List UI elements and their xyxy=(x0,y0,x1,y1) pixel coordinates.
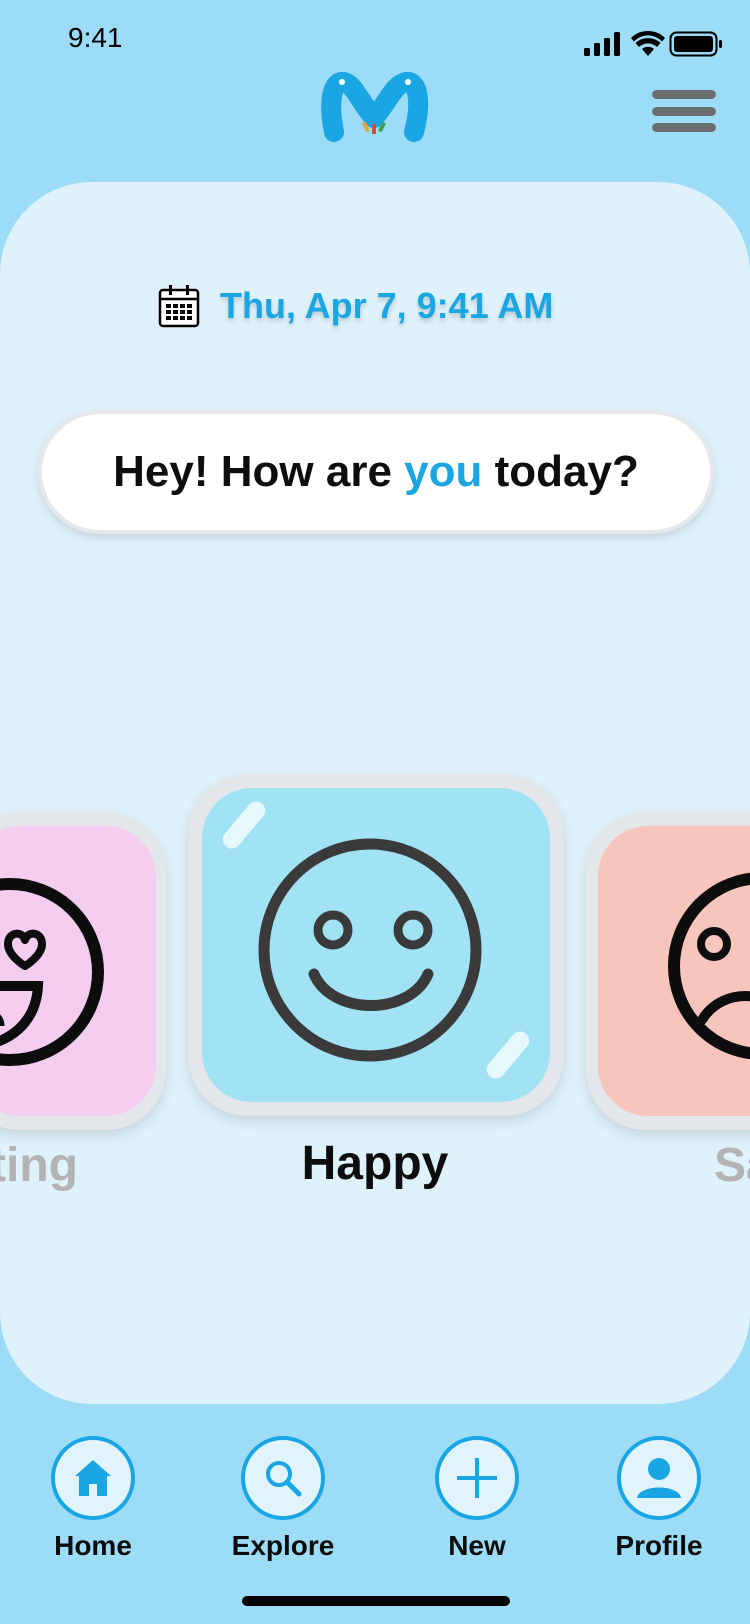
main-card: Thu, Apr 7, 9:41 AM Hey! How are you tod… xyxy=(0,182,750,1404)
tab-new-circle xyxy=(435,1436,519,1520)
mood-tile-right xyxy=(598,826,750,1116)
menu-line xyxy=(652,106,716,116)
tab-profile-circle xyxy=(617,1436,701,1520)
mood-label-happy: Happy xyxy=(301,1137,449,1190)
home-indicator[interactable] xyxy=(242,1596,510,1606)
tab-profile[interactable]: Profile xyxy=(594,1436,724,1566)
wifi-icon xyxy=(631,30,665,56)
glare-top xyxy=(222,801,266,849)
mood-card-right[interactable] xyxy=(586,812,750,1130)
mood-tile-left xyxy=(0,826,156,1116)
hamburger-menu-icon[interactable] xyxy=(652,90,716,132)
user-icon xyxy=(637,1458,681,1498)
tab-home-circle xyxy=(51,1436,135,1520)
calendar-icon xyxy=(158,285,200,328)
status-bar: 9:41 xyxy=(0,0,750,80)
tab-explore-label: Explore xyxy=(231,1530,335,1561)
battery-icon xyxy=(669,31,722,57)
date-text: Thu, Apr 7, 9:41 AM xyxy=(220,285,554,326)
plus-icon xyxy=(457,1458,497,1498)
mood-label-right: Sa xyxy=(714,1139,750,1192)
mood-card-left[interactable] xyxy=(0,812,166,1130)
glare-bottom xyxy=(486,1031,530,1079)
greeting-bubble: Hey! How are you today? xyxy=(38,410,714,534)
tab-profile-label: Profile xyxy=(615,1530,703,1561)
tab-explore[interactable]: Explore xyxy=(218,1436,348,1566)
tab-home[interactable]: Home xyxy=(28,1436,158,1566)
sad-face-icon xyxy=(668,872,750,1060)
heart-eyes-face-icon xyxy=(0,878,104,1066)
search-icon xyxy=(266,1461,302,1497)
menu-line xyxy=(652,90,716,99)
greeting-after: today? xyxy=(482,447,639,496)
home-icon xyxy=(75,1460,111,1496)
mood-card-happy[interactable] xyxy=(188,774,564,1116)
smiley-face-icon xyxy=(258,838,482,1062)
date-row: Thu, Apr 7, 9:41 AM xyxy=(158,282,553,330)
tab-home-label: Home xyxy=(54,1530,132,1561)
tab-new[interactable]: New xyxy=(412,1436,542,1566)
tab-bar: Home Explore New Profile xyxy=(0,1436,750,1566)
menu-line xyxy=(652,123,716,132)
tab-new-label: New xyxy=(448,1530,506,1561)
mood-tile-happy xyxy=(202,788,550,1102)
tab-explore-circle xyxy=(241,1436,325,1520)
m-logo-icon xyxy=(320,72,430,152)
status-time: 9:41 xyxy=(68,22,123,53)
greeting-before: Hey! How are xyxy=(113,447,405,496)
signal-icon xyxy=(584,32,620,56)
status-icons xyxy=(584,30,724,60)
greeting-highlight: you xyxy=(404,447,483,496)
